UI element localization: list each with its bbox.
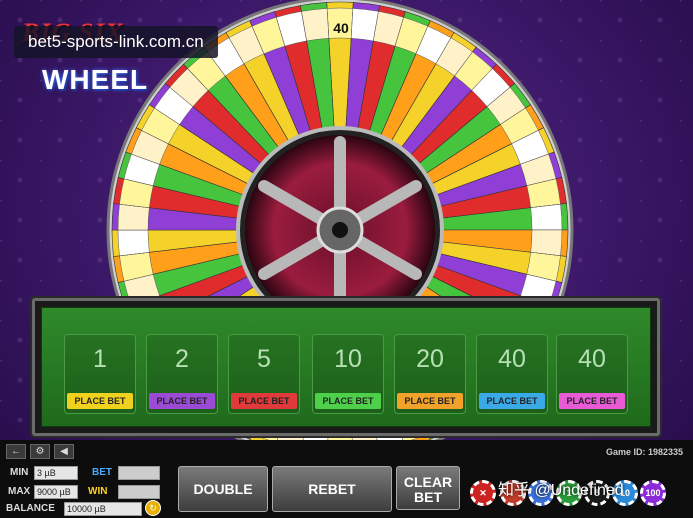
wheel-label-band xyxy=(530,229,563,257)
wheel-label-band xyxy=(117,203,150,231)
min-value: 3 µB xyxy=(34,466,78,480)
bet-spot-value: 40 xyxy=(498,345,526,373)
zhihu-watermark: 知乎 @Undefined xyxy=(498,482,624,499)
bet-spot-40-a[interactable]: 40 PLACE BET xyxy=(476,334,548,414)
place-bet-button[interactable]: PLACE BET xyxy=(231,393,297,409)
rebet-button[interactable]: REBET xyxy=(272,466,392,512)
bet-spot-value: 1 xyxy=(93,345,107,373)
gear-icon[interactable]: ⚙ xyxy=(30,444,50,459)
betting-panel: 1 PLACE BET 2 PLACE BET 5 PLACE BET 10 P… xyxy=(32,298,660,436)
bet-spot-value: 5 xyxy=(257,345,271,373)
chip-100[interactable]: 100 xyxy=(640,480,666,506)
bet-value-field xyxy=(118,466,160,480)
wheel-label-band xyxy=(530,203,563,231)
refresh-icon[interactable]: ↻ xyxy=(145,500,161,516)
bet-spot-value: 40 xyxy=(578,345,606,373)
clear-bet-line1: CLEAR xyxy=(403,474,453,490)
min-label: MIN xyxy=(10,467,29,478)
place-bet-button[interactable]: PLACE BET xyxy=(397,393,463,409)
clear-bet-line2: BET xyxy=(414,489,442,505)
bet-spot-value: 10 xyxy=(334,345,362,373)
back-arrow-icon[interactable]: ← xyxy=(6,444,26,459)
place-bet-button[interactable]: PLACE BET xyxy=(67,393,133,409)
speaker-icon[interactable]: ◀ xyxy=(54,444,74,459)
bet-spot-1[interactable]: 1 PLACE BET xyxy=(64,334,136,414)
bet-spot-40-b[interactable]: 40 PLACE BET xyxy=(556,334,628,414)
bet-spot-20[interactable]: 20 PLACE BET xyxy=(394,334,466,414)
place-bet-button[interactable]: PLACE BET xyxy=(315,393,381,409)
max-label: MAX xyxy=(8,486,31,497)
double-button[interactable]: DOUBLE xyxy=(178,466,268,512)
wheel-label-band xyxy=(301,8,330,42)
win-label: WIN xyxy=(88,486,108,497)
cancel-chip-icon[interactable]: ✕ xyxy=(470,480,496,506)
watermark-banner: bet5-sports-link.com.cn xyxy=(14,26,218,58)
game-id: Game ID: 1982335 xyxy=(605,447,683,457)
wheel-top-label: 40 xyxy=(333,20,349,36)
max-value: 9000 µB xyxy=(34,485,78,499)
balance-value: 10000 µB xyxy=(64,502,142,516)
bet-spot-10[interactable]: 10 PLACE BET xyxy=(312,334,384,414)
wheel-label-band xyxy=(117,229,150,257)
bet-spot-value: 20 xyxy=(416,345,444,373)
hub-center-dot xyxy=(332,222,348,238)
win-value-field xyxy=(118,485,160,499)
place-bet-button[interactable]: PLACE BET xyxy=(479,393,545,409)
place-bet-button[interactable]: PLACE BET xyxy=(149,393,215,409)
bet-label: BET xyxy=(92,467,112,478)
bet-spot-value: 2 xyxy=(175,345,189,373)
logo-line2: WHEEL xyxy=(42,64,149,95)
bet-spot-5[interactable]: 5 PLACE BET xyxy=(228,334,300,414)
bet-spot-2[interactable]: 2 PLACE BET xyxy=(146,334,218,414)
clear-bet-button[interactable]: CLEAR BET xyxy=(396,466,460,510)
balance-label: BALANCE xyxy=(6,503,55,514)
place-bet-button[interactable]: PLACE BET xyxy=(559,393,625,409)
betting-table: 1 PLACE BET 2 PLACE BET 5 PLACE BET 10 P… xyxy=(41,307,651,427)
